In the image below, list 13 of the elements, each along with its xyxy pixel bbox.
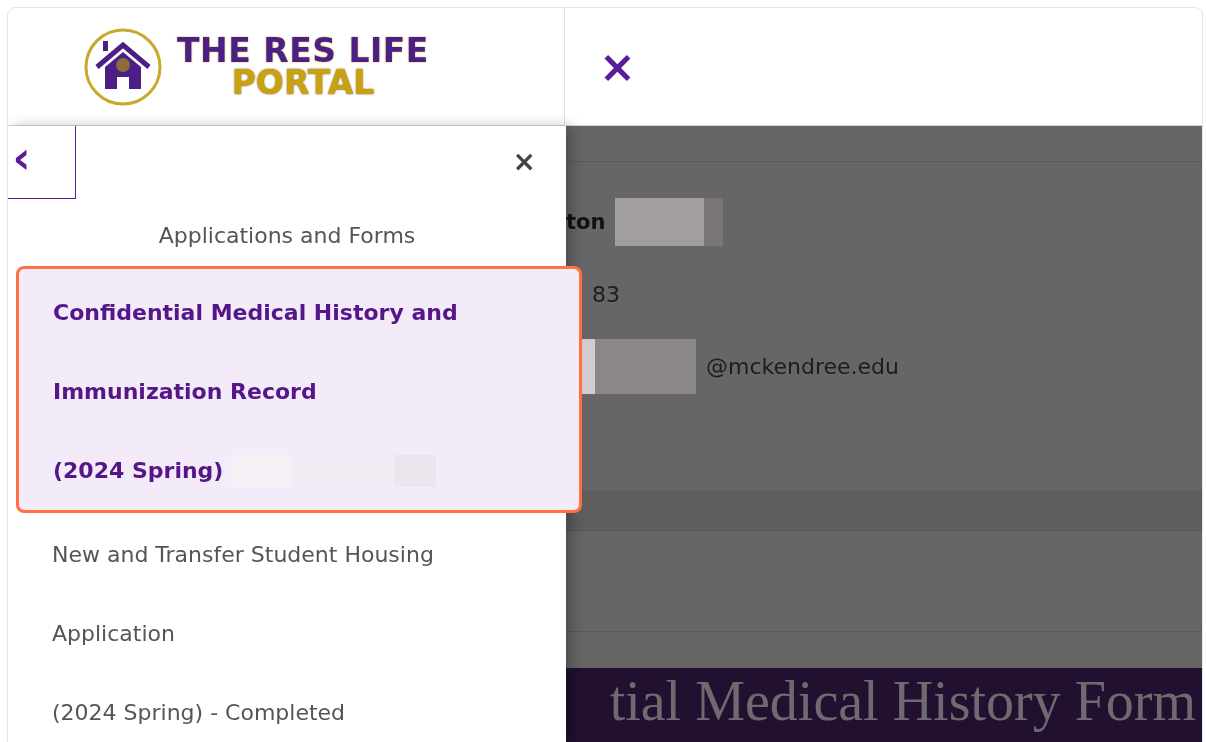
phone-text: 83 (592, 281, 620, 307)
banner-title: tial Medical History Form (609, 669, 1196, 734)
email-text: @mckendree.edu (706, 353, 899, 379)
house-logo-icon (83, 26, 164, 107)
logo-title: THE RES LIFE (177, 35, 429, 67)
logo-subtitle: PORTAL (231, 66, 375, 98)
menu-heading: Applications and Forms (157, 222, 417, 250)
name-text: ton (566, 210, 606, 234)
close-button[interactable]: × (512, 148, 536, 176)
menu-item[interactable]: New and Transfer Student Housing Application (2024 Spring) - Completed (16, 515, 564, 742)
back-button[interactable]: ‹ (8, 126, 76, 199)
menu-item[interactable]: Confidential Medical History and Immunization Record (2024 Spring) (16, 266, 582, 513)
close-button[interactable]: × (593, 44, 642, 89)
